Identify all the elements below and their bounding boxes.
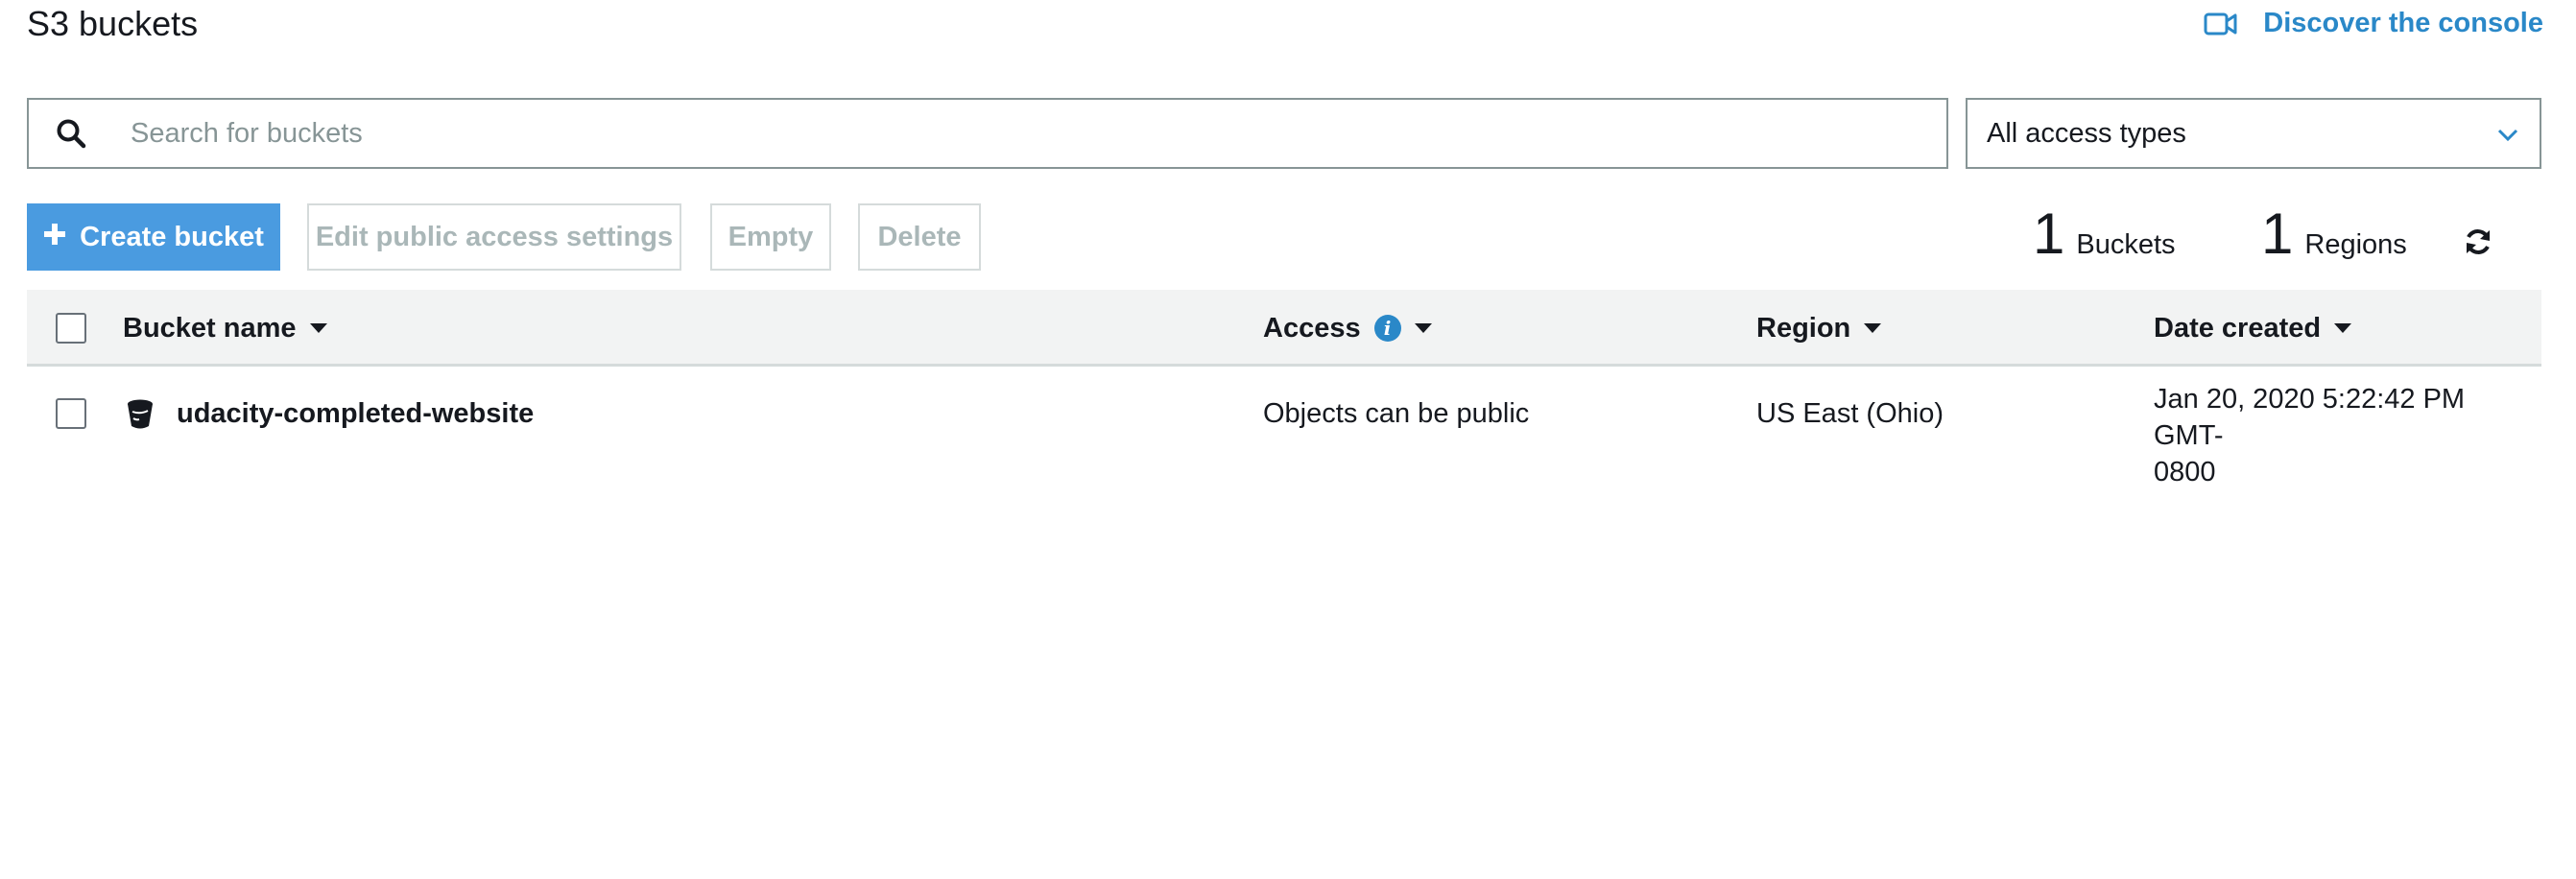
discover-console-label: Discover the console bbox=[2263, 8, 2543, 38]
video-icon bbox=[2204, 11, 2238, 37]
sort-caret-icon bbox=[309, 323, 327, 333]
s3-console-page: S3 buckets Discover the console All acce… bbox=[0, 0, 2576, 879]
column-header-bucket-name[interactable]: Bucket name bbox=[123, 290, 327, 367]
create-bucket-label: Create bucket bbox=[80, 221, 264, 252]
column-label-date-created: Date created bbox=[2154, 312, 2322, 344]
plus-icon bbox=[43, 222, 66, 253]
date-created-line1: Jan 20, 2020 5:22:42 PM GMT- bbox=[2154, 384, 2466, 451]
page-title: S3 buckets bbox=[27, 4, 199, 43]
bucket-name-link[interactable]: udacity-completed-website bbox=[177, 398, 534, 430]
regions-counter: 1 Regions bbox=[2261, 205, 2407, 263]
delete-button[interactable]: Delete bbox=[858, 203, 981, 271]
access-type-selected: All access types bbox=[1987, 117, 2186, 149]
table-header: Bucket name Access i Region Date created bbox=[27, 290, 2541, 367]
info-icon[interactable]: i bbox=[1373, 315, 1401, 342]
access-cell: Objects can be public bbox=[1263, 398, 1530, 429]
row-checkbox[interactable] bbox=[56, 398, 86, 429]
date-created-cell: Jan 20, 2020 5:22:42 PM GMT- 0800 bbox=[2154, 381, 2541, 490]
sort-caret-icon bbox=[1864, 323, 1882, 333]
chevron-down-icon bbox=[2497, 118, 2518, 150]
search-input[interactable] bbox=[113, 117, 1946, 150]
sort-caret-icon bbox=[2334, 323, 2352, 333]
table-row: udacity-completed-website Objects can be… bbox=[27, 369, 2541, 487]
column-label-access: Access bbox=[1263, 312, 1361, 344]
column-header-region[interactable]: Region bbox=[1756, 290, 1882, 367]
bucket-icon bbox=[125, 398, 155, 439]
buckets-counter: 1 Buckets bbox=[2033, 205, 2176, 263]
sort-caret-icon bbox=[1414, 323, 1432, 333]
column-label-bucket-name: Bucket name bbox=[123, 312, 297, 344]
access-type-select[interactable]: All access types bbox=[1966, 98, 2541, 169]
region-cell: US East (Ohio) bbox=[1756, 398, 1944, 429]
buckets-count: 1 bbox=[2033, 202, 2065, 266]
column-label-region: Region bbox=[1756, 312, 1851, 344]
empty-button[interactable]: Empty bbox=[710, 203, 831, 271]
regions-count: 1 bbox=[2261, 202, 2294, 266]
search-icon bbox=[29, 118, 113, 149]
date-created-line2: 0800 bbox=[2154, 457, 2216, 487]
buckets-label: Buckets bbox=[2076, 229, 2176, 260]
create-bucket-button[interactable]: Create bucket bbox=[27, 203, 280, 271]
edit-public-access-button[interactable]: Edit public access settings bbox=[307, 203, 681, 271]
discover-console-link[interactable]: Discover the console bbox=[2204, 8, 2543, 39]
regions-label: Regions bbox=[2304, 229, 2407, 260]
column-header-date-created[interactable]: Date created bbox=[2154, 290, 2352, 367]
select-all-checkbox[interactable] bbox=[56, 313, 86, 344]
refresh-icon[interactable] bbox=[2463, 226, 2493, 262]
search-box[interactable] bbox=[27, 98, 1948, 169]
column-header-access[interactable]: Access i bbox=[1263, 290, 1432, 367]
